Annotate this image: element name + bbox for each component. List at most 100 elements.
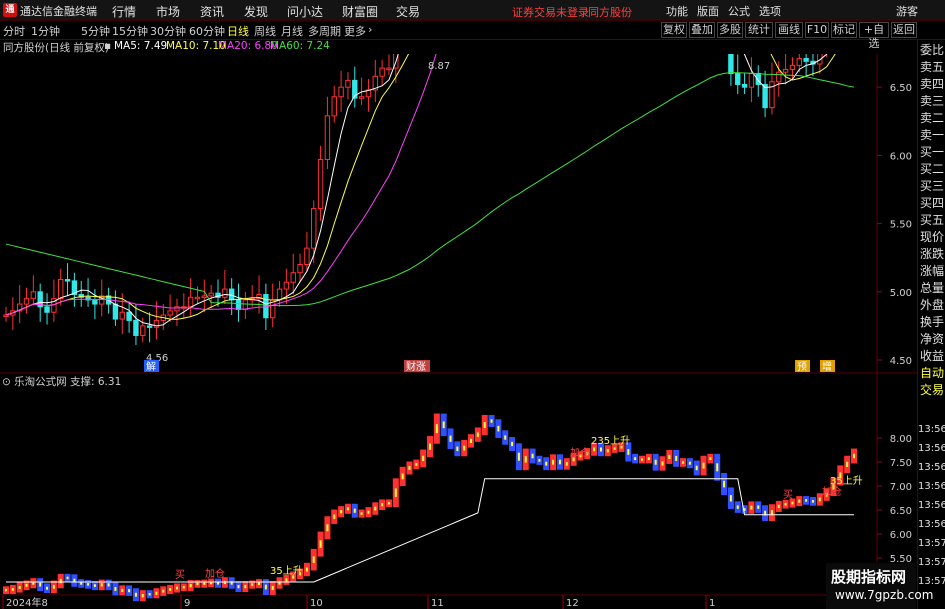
side-item-19[interactable]: 自动 <box>920 366 944 380</box>
side-time-0: 13:56 <box>918 424 945 435</box>
event-label: 增 <box>822 360 832 373</box>
side-item-4[interactable]: 卖二 <box>920 111 944 125</box>
side-item-20[interactable]: 交易 <box>920 383 944 397</box>
side-item-2[interactable]: 卖四 <box>920 77 944 91</box>
menu-zixun[interactable]: 资讯 <box>200 3 224 20</box>
side-item-10[interactable]: 买五 <box>920 213 944 227</box>
menu-caifuquan[interactable]: 财富圈 <box>342 3 378 20</box>
ind-bar-mid <box>695 465 698 471</box>
back-button[interactable]: 返回 <box>891 22 917 38</box>
ind-bar-mid <box>511 441 514 447</box>
tab-60min[interactable]: 60分钟 <box>189 23 225 39</box>
side-item-8[interactable]: 买三 <box>920 179 944 193</box>
side-item-15[interactable]: 外盘 <box>920 298 944 312</box>
menu-xuanxiang[interactable]: 选项 <box>759 3 781 19</box>
candle-body <box>304 247 310 266</box>
add-favorite-button[interactable]: +自选 <box>859 22 889 50</box>
ind-bar-mid <box>285 578 288 582</box>
ind-bar-mid <box>244 584 247 589</box>
tab-weekly[interactable]: 周线 <box>254 23 276 39</box>
signal-label: 买 <box>175 569 185 581</box>
tab-15min[interactable]: 15分钟 <box>112 23 148 39</box>
candle-body <box>782 68 789 73</box>
ind-bar-mid <box>114 587 117 591</box>
side-item-17[interactable]: 净资 <box>920 332 944 346</box>
side-item-3[interactable]: 卖三 <box>920 94 944 108</box>
menu-banmian[interactable]: 版面 <box>697 3 719 19</box>
tab-5min[interactable]: 5分钟 <box>81 23 110 39</box>
chevron-right-icon[interactable]: › <box>368 23 372 36</box>
ind-bar-mid <box>688 461 691 465</box>
tab-more[interactable]: 更多 <box>344 23 366 39</box>
xaxis-label: 12 <box>566 598 579 609</box>
candle-body <box>146 325 153 328</box>
ind-bar-mid <box>853 453 855 459</box>
ind-bar-mid <box>264 584 267 590</box>
yaxis-label: 4.50 <box>890 356 912 367</box>
menu-hangqing[interactable]: 行情 <box>112 3 136 20</box>
ind-bar-mid <box>702 462 705 469</box>
guest-label[interactable]: 游客 <box>896 3 918 19</box>
side-item-11[interactable]: 现价 <box>920 230 944 244</box>
tab-30min[interactable]: 30分钟 <box>150 23 186 39</box>
collapse-icon[interactable]: ▪ <box>104 40 111 52</box>
side-item-6[interactable]: 买一 <box>920 145 944 159</box>
event-label: 解 <box>146 360 156 373</box>
menu-wenxiaoda[interactable]: 问小达 <box>287 3 323 20</box>
candle-body <box>242 299 249 311</box>
menu-gongneng[interactable]: 功能 <box>666 3 688 19</box>
side-time-1: 13:56 <box>918 443 945 454</box>
login-warning[interactable]: 证券交易未登录 <box>512 4 589 20</box>
ind-bar-mid <box>716 463 719 472</box>
candle-body <box>222 288 228 298</box>
menu-jiaoyi[interactable]: 交易 <box>396 3 420 20</box>
ind-bar-mid <box>46 586 49 590</box>
side-item-0[interactable]: 委比 <box>920 43 944 57</box>
tongji-button[interactable]: 统计 <box>745 22 773 38</box>
ind-bar-mid <box>100 583 103 587</box>
candle-body <box>290 272 296 283</box>
indicator-toggle-icon[interactable]: ⊙ <box>2 376 11 388</box>
candle-body <box>194 296 201 300</box>
side-item-1[interactable]: 卖五 <box>920 60 944 74</box>
ma5-label: MA5: 7.49 <box>114 40 168 52</box>
side-item-7[interactable]: 买二 <box>920 162 944 176</box>
menu-shichang[interactable]: 市场 <box>156 3 180 20</box>
xaxis-label: 11 <box>431 598 444 609</box>
yaxis-label: 6.50 <box>890 83 912 94</box>
ind-bar-mid <box>401 473 404 480</box>
tab-fenshi[interactable]: 分时 <box>3 23 25 39</box>
f10-button[interactable]: F10 <box>805 22 829 38</box>
side-item-5[interactable]: 卖一 <box>920 128 944 142</box>
duogu-button[interactable]: 多股 <box>717 22 743 38</box>
chart-area[interactable]: 8.508.007.507.006.506.005.505.004.508.87… <box>0 54 917 609</box>
side-item-13[interactable]: 涨幅 <box>920 264 944 278</box>
side-item-9[interactable]: 买四 <box>920 196 944 210</box>
ma10-line <box>5 54 836 320</box>
tab-1min[interactable]: 1分钟 <box>31 23 60 39</box>
quote-side-panel: 委比卖五卖四卖三卖二卖一买一买二买三买四买五现价涨跌涨幅总量外盘换手净资收益自动… <box>917 40 945 609</box>
ind-bar-mid <box>654 459 657 465</box>
side-item-12[interactable]: 涨跌 <box>920 247 944 261</box>
ind-bar-mid <box>558 459 561 465</box>
menu-faxian[interactable]: 发现 <box>244 3 268 20</box>
biaoji-button[interactable]: 标记 <box>831 22 857 38</box>
tab-multi-period[interactable]: 多周期 <box>308 23 341 39</box>
tab-monthly[interactable]: 月线 <box>281 23 303 39</box>
side-item-16[interactable]: 换手 <box>920 315 944 329</box>
diejia-button[interactable]: 叠加 <box>689 22 715 38</box>
ind-bar-mid <box>203 582 206 585</box>
fuquan-button[interactable]: 复权 <box>661 22 687 38</box>
ind-bar-mid <box>196 582 199 586</box>
ind-yaxis-label: 6.00 <box>890 530 912 541</box>
side-item-14[interactable]: 总量 <box>920 281 944 295</box>
ind-bar-mid <box>497 425 500 432</box>
tab-daily[interactable]: 日线 <box>227 23 249 39</box>
huaxian-button[interactable]: 画线 <box>775 22 803 38</box>
candle-body <box>379 67 385 77</box>
side-item-18[interactable]: 收益 <box>920 349 944 363</box>
menu-gongshi[interactable]: 公式 <box>728 3 750 19</box>
ind-bar-mid <box>258 582 261 586</box>
side-time-4: 13:56 <box>918 500 945 511</box>
ind-bar-mid <box>175 586 178 590</box>
